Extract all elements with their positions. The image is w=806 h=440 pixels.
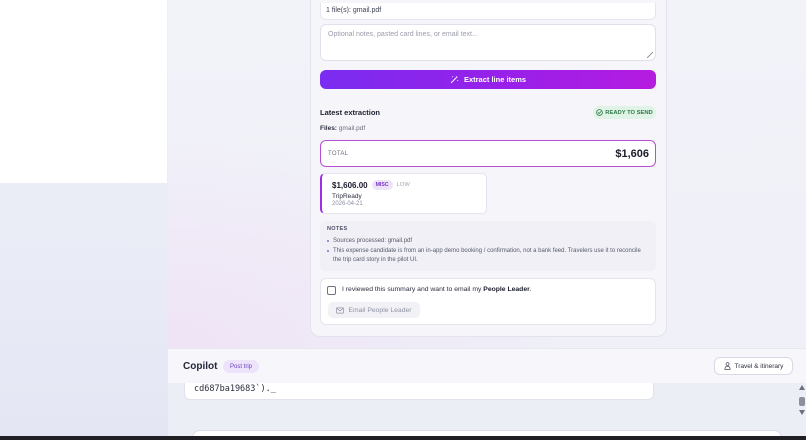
- confirm-text-prefix: I reviewed this summary and want to emai…: [342, 286, 484, 293]
- line-item-vendor: TripReady: [332, 193, 362, 200]
- latest-extraction-title: Latest extraction: [320, 108, 381, 117]
- note-item: This expense candidate is from an in-app…: [327, 247, 649, 265]
- review-confirmation-text: I reviewed this summary and want to emai…: [342, 286, 532, 293]
- mail-icon: [336, 306, 345, 314]
- confirm-text-bold: People Leader: [483, 286, 530, 293]
- chat-scrollbar[interactable]: [798, 385, 806, 417]
- line-item-card: $1,606.00 MISC LOW TripReady 2026-04-21: [320, 173, 487, 214]
- chat-message-text: cd687ba19683`)._: [194, 384, 276, 394]
- bottom-edge: [0, 436, 806, 440]
- chat-message: cd687ba19683`)._: [184, 383, 654, 400]
- notes-list: Sources processed: gmail.pdf This expens…: [327, 237, 649, 265]
- total-label: TOTAL: [328, 150, 349, 157]
- extract-button-label: Extract line items: [463, 75, 527, 84]
- line-item-date: 2026-04-21: [332, 201, 363, 207]
- total-box: TOTAL $1,606: [320, 140, 656, 167]
- check-circle-icon: [596, 109, 604, 116]
- files-value: gmail.pdf: [338, 125, 366, 132]
- files-label: Files:: [320, 125, 337, 132]
- notes-placeholder: Optional notes, pasted card lines, or em…: [328, 31, 478, 38]
- trip-phase-pill: Post trip: [223, 360, 260, 373]
- trip-phase-label: Post trip: [230, 363, 253, 370]
- scrollbar-thumb[interactable]: [799, 397, 805, 406]
- scroll-up-arrow-icon[interactable]: [799, 385, 805, 390]
- chat-area: cd687ba19683`)._: [168, 383, 806, 440]
- notes-textarea[interactable]: Optional notes, pasted card lines, or em…: [320, 24, 656, 61]
- left-panel: [0, 0, 167, 183]
- scroll-down-arrow-icon[interactable]: [799, 410, 805, 415]
- copilot-title: Copilot: [183, 361, 218, 372]
- uploaded-files-row: 1 file(s): gmail.pdf: [320, 3, 656, 20]
- confirmation-box: I reviewed this summary and want to emai…: [320, 278, 656, 325]
- files-line: Files: gmail.pdf: [320, 125, 365, 132]
- review-checkbox[interactable]: [327, 286, 336, 295]
- copilot-header: Copilot Post trip Travel & itinerary: [168, 348, 806, 383]
- line-item-amount: $1,606.00: [332, 180, 368, 190]
- notes-section: NOTES Sources processed: gmail.pdf This …: [320, 221, 656, 271]
- note-item: Sources processed: gmail.pdf: [327, 237, 649, 246]
- travel-itinerary-button[interactable]: Travel & itinerary: [714, 357, 793, 375]
- notes-heading: NOTES: [327, 226, 348, 232]
- uploaded-files-text: 1 file(s): gmail.pdf: [326, 7, 382, 14]
- line-item-category-badge: MISC: [371, 180, 393, 190]
- extract-line-items-button[interactable]: Extract line items: [320, 70, 656, 89]
- line-item-confidence: LOW: [396, 182, 410, 188]
- status-badge: READY TO SEND: [593, 106, 656, 119]
- email-people-leader-button[interactable]: Email People Leader: [328, 302, 420, 318]
- confirm-text-suffix: .: [529, 286, 532, 293]
- travel-button-label: Travel & itinerary: [734, 362, 784, 370]
- status-badge-label: READY TO SEND: [605, 109, 653, 116]
- magic-wand-icon: [450, 75, 459, 84]
- email-button-label: Email People Leader: [348, 306, 412, 314]
- total-value: $1,606: [615, 147, 649, 160]
- resize-grip-icon[interactable]: [647, 52, 653, 58]
- person-icon: [724, 362, 731, 370]
